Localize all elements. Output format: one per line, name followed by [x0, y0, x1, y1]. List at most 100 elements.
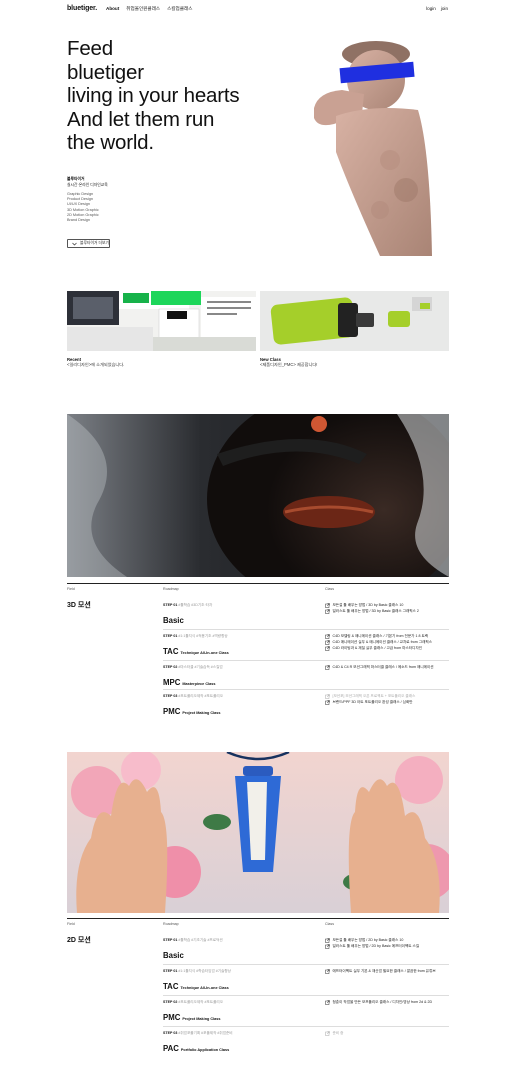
more-about-button[interactable]: 블루타이거 더보기 [67, 239, 110, 248]
class-link[interactable]: 준비 중 [325, 1030, 343, 1036]
class-link-label: 브랜드/PPF 3D 아트 포트폴리오 완성 클래스 / 심화반 [332, 700, 413, 705]
step-subname: Project Making Class [182, 711, 221, 715]
class-list: [모션포] 모션그래픽 오픈 프로젝트 + 포트폴리오 클래스 브랜드/PPF … [325, 693, 415, 705]
step-label: STEP 02 [163, 1000, 178, 1004]
step-tags: #1:1툴지식 #학습타임업 #기술향상 [178, 969, 231, 973]
class-link[interactable]: C4D & C4 R 모션그래픽 마스터클 클래스 / 메소드 from 애니메… [325, 664, 434, 670]
nav-allinone-class[interactable]: 취업올인원클래스 [126, 6, 160, 12]
step-label: STEP 01 [163, 634, 178, 638]
new-class-card-subtitle: <제품디자인_PMC> 제공합니다! [260, 362, 318, 368]
external-link-icon [325, 999, 330, 1005]
class-link[interactable]: C4D 라이팅과 & 재질 실무 클래스 / 고급 from 마스터디자인 [325, 645, 432, 651]
external-link-icon [325, 609, 330, 614]
external-link-icon [325, 664, 330, 670]
class-list: C4D & C4 R 모션그래픽 마스터클 클래스 / 메소드 from 애니메… [325, 664, 434, 670]
hero-title-line: bluetiger [67, 60, 144, 84]
class-link-label: C4D & C4 R 모션그래픽 마스터클 클래스 / 메소드 from 애니메… [332, 665, 434, 669]
step-tags: #1:1툴지식 #적용기초 #역량향상 [178, 634, 228, 638]
step-label: STEP 02 [163, 665, 178, 669]
step-name[interactable]: PMC [163, 707, 180, 716]
intro-tagline: 실시간·온라인 디자인교육 [67, 182, 108, 187]
class-link[interactable]: 일러스트 툴 배우는 방법 / 2D by Basic 에프터이펙트 스킬 [325, 943, 419, 949]
subject-item: Brand Design [67, 218, 91, 223]
external-link-icon [325, 1030, 330, 1036]
hero-title: Feed bluetiger living in your hearts And… [67, 37, 240, 155]
step-label: STEP 03 [163, 1031, 178, 1035]
hero-title-line: Feed [67, 37, 113, 60]
step-subname: Portfolio Application Class [180, 1048, 230, 1052]
step-subname: Masterpiece Class [182, 682, 216, 686]
nav-about[interactable]: About [106, 6, 119, 12]
class-list: 에프터이펙트 실무 기본 & 재산업 필요한 클래스 / 깔끔한 from 유튜… [325, 968, 436, 974]
external-link-icon [325, 602, 330, 608]
class-list: 모든걸 툴 배우는 방법 / 2D by Basic 클래스 10 일러스트 툴… [325, 937, 419, 949]
step-tags: #툴학습 #3D기초·타자 [178, 603, 213, 607]
class-link[interactable]: 브랜드/PPF 3D 아트 포트폴리오 완성 클래스 / 심화반 [325, 699, 415, 705]
step-name[interactable]: TAC [163, 647, 178, 656]
external-link-icon [325, 944, 330, 949]
recent-card-subtitle: <일리디자인>에 소개되었습니다. [67, 362, 125, 368]
field-header: Field [67, 587, 75, 591]
step-name[interactable]: PMC [163, 1013, 180, 1022]
3d-motion-section: Field Roadmap Class 3D 모션 STEP 01 #툴학습 #… [67, 583, 449, 723]
hero-intro: 블루타이거 실시간·온라인 디자인교육 [67, 177, 108, 188]
hero-title-line: And let them run [67, 107, 215, 131]
step-tags: #포트폴리오제작 #포트폴리오 [178, 1000, 223, 1004]
class-link[interactable]: 일러스트 툴 배우는 방법 / 3D by Basic 클래스 그래픽스 2 [325, 608, 419, 614]
step-label: STEP 03 [163, 694, 178, 698]
2d-motion-section: Field Roadmap Class 2D 모션 STEP 01 #툴학습 #… [67, 918, 449, 1056]
section-rule [67, 583, 449, 584]
external-link-icon [325, 633, 330, 639]
class-list: 준비 중 [325, 1030, 343, 1036]
class-link-label: 에프터이펙트 실무 기본 & 재산업 필요한 클래스 / 깔끔한 from 유튜… [332, 969, 436, 973]
class-header: Class [325, 922, 334, 926]
step-name[interactable]: PAC [163, 1044, 179, 1053]
step-tags: #마스터클 #기술습득 #스킬업 [178, 665, 223, 669]
roadmap-header: Roadmap [163, 922, 179, 926]
recent-card-caption: Recent <일리디자인>에 소개되었습니다. [67, 357, 124, 368]
more-about-label: 블루타이거 더보기 [80, 241, 109, 245]
statue-image [314, 41, 432, 256]
step-name[interactable]: TAC [163, 982, 178, 991]
class-list: C4D 모델링 & 애니메이션 클래스 / 기본기 from 전문가 1 8 트… [325, 633, 432, 652]
site-logo[interactable]: bluetiger. [67, 5, 97, 12]
class-header: Class [325, 587, 334, 591]
step-name[interactable]: Basic [163, 951, 184, 960]
external-link-icon [325, 700, 330, 705]
step-label: STEP 01 [163, 938, 178, 942]
field-name: 3D 모션 [67, 602, 91, 609]
step-subname: Technique All-In-one Class [180, 651, 229, 655]
class-link-label: 일러스트 툴 배우는 방법 / 3D by Basic 클래스 그래픽스 2 [332, 609, 419, 614]
external-link-icon [325, 640, 330, 645]
step-tags: #취업포폴기획 #포폴제작 #취업준비 [178, 1031, 233, 1035]
class-link-label: 일러스트 툴 배우는 방법 / 2D by Basic 에프터이펙트 스킬 [332, 944, 420, 949]
step-tags: #포트폴리오제작 #포트폴리오 [178, 694, 223, 698]
class-link-label: C4D 라이팅과 & 재질 실무 클래스 / 고급 from 마스터디자인 [332, 646, 423, 651]
auth-links: login join [426, 6, 448, 11]
chevron-down-icon [72, 242, 77, 245]
subject-list: Graphic Design Product Design UI/UX Desi… [67, 192, 99, 223]
step-label: STEP 01 [163, 969, 178, 973]
top-header: bluetiger. About 취업올인원클래스 스킬업클래스 login j… [0, 0, 515, 18]
step-subname: Project Making Class [182, 1017, 221, 1021]
step-tags: #툴학습 #기초기술 #프로덕션 [178, 938, 223, 942]
field-name: 2D 모션 [67, 937, 91, 944]
section-rule [67, 918, 449, 919]
external-link-icon [325, 937, 330, 943]
join-link[interactable]: join [441, 6, 448, 11]
new-class-card-image[interactable] [260, 291, 449, 351]
class-link[interactable]: 에프터이펙트 실무 기본 & 재산업 필요한 클래스 / 깔끔한 from 유튜… [325, 968, 436, 974]
login-link[interactable]: login [426, 6, 436, 11]
step-name[interactable]: MPC [163, 678, 180, 687]
step-name[interactable]: Basic [163, 616, 184, 625]
class-list: 모든걸 툴 배우는 방법 / 3D by Basic 클래스 10 일러스트 툴… [325, 602, 419, 614]
field-header: Field [67, 922, 75, 926]
nav-skillup-class[interactable]: 스킬업클래스 [167, 6, 192, 12]
step-label: STEP 01 [163, 603, 178, 607]
roadmap-header: Roadmap [163, 587, 179, 591]
class-link[interactable]: 청춘이 작업을 만든 모프폴리오 클래스 / 디자인/영상 from 2d & … [325, 999, 432, 1005]
external-link-icon [325, 693, 330, 699]
main-nav: About 취업올인원클래스 스킬업클래스 [106, 6, 192, 12]
hero-title-line: the world. [67, 131, 154, 154]
recent-card-image[interactable] [67, 291, 256, 351]
